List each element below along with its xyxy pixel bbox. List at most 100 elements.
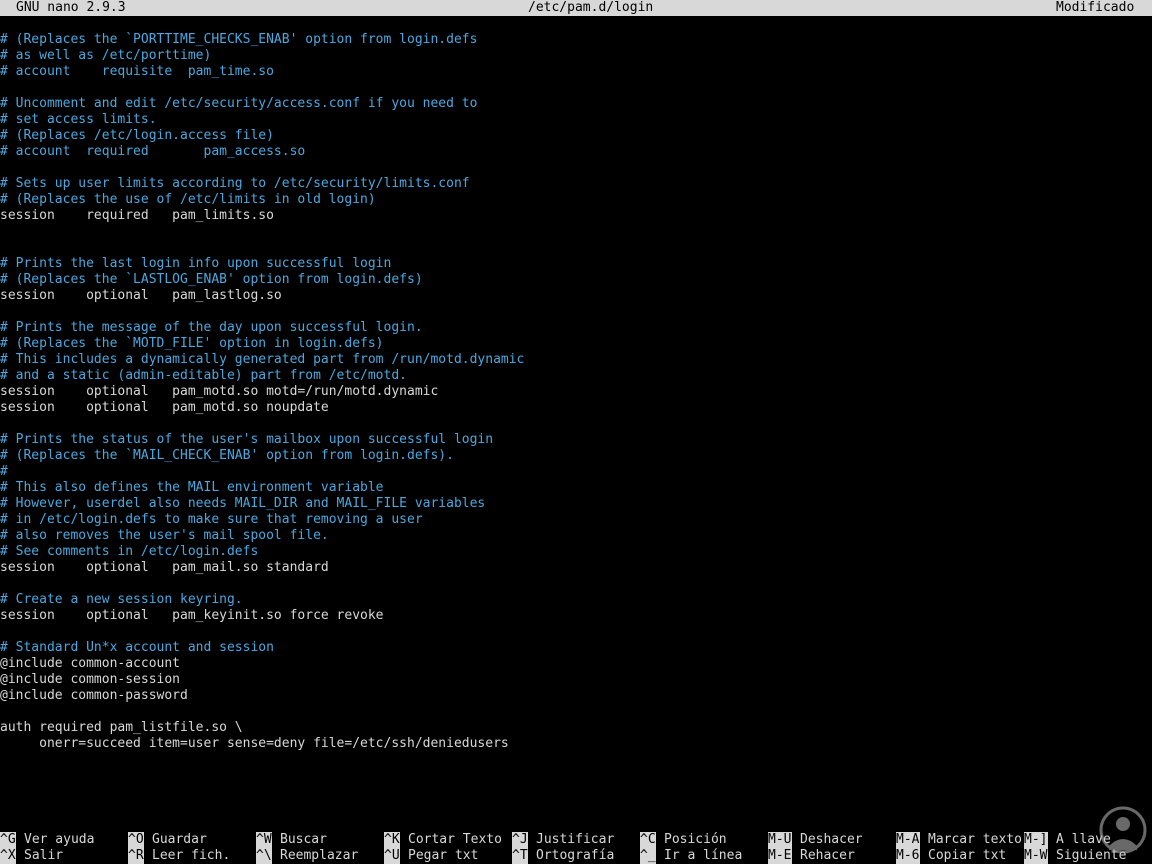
shortcut-reemplazar[interactable]: ^\ Reemplazar — [256, 848, 358, 864]
shortcut-label: Ortografía — [536, 848, 615, 863]
code-line[interactable]: session required pam_limits.so — [0, 208, 1152, 224]
shortcut-key: ^R — [128, 848, 144, 864]
shortcut-label: Posición — [664, 832, 727, 847]
code-line[interactable]: @include common-password — [0, 688, 1152, 704]
comment-line[interactable]: # Uncomment and edit /etc/security/acces… — [0, 96, 1152, 112]
shortcut-key: ^\ — [256, 848, 272, 864]
comment-line[interactable]: # Prints the status of the user's mailbo… — [0, 432, 1152, 448]
shortcut-label: Deshacer — [800, 832, 863, 847]
code-line[interactable]: @include common-account — [0, 656, 1152, 672]
shortcut-label: Justificar — [536, 832, 615, 847]
code-line[interactable] — [0, 304, 1152, 320]
code-line[interactable] — [0, 576, 1152, 592]
editor-area[interactable]: # (Replaces the `PORTTIME_CHECKS_ENAB' o… — [0, 32, 1152, 816]
shortcut-key: M-A — [896, 832, 920, 848]
comment-line[interactable]: # Create a new session keyring. — [0, 592, 1152, 608]
shortcut-ver-ayuda[interactable]: ^G Ver ayuda — [0, 832, 94, 848]
shortcut-label: Buscar — [280, 832, 327, 847]
shortcut-salir[interactable]: ^X Salir — [0, 848, 63, 864]
shortcut-key: M-E — [768, 848, 792, 864]
shortcut-guardar[interactable]: ^O Guardar — [128, 832, 207, 848]
code-line[interactable]: @include common-session — [0, 672, 1152, 688]
title-bar: GNU nano 2.9.3 /etc/pam.d/login Modifica… — [0, 0, 1152, 16]
code-line[interactable] — [0, 416, 1152, 432]
code-line[interactable]: auth required pam_listfile.so \ — [0, 720, 1152, 736]
comment-line[interactable]: # as well as /etc/porttime) — [0, 48, 1152, 64]
shortcut-key: M-6 — [896, 848, 920, 864]
shortcut-key: ^W — [256, 832, 272, 848]
shortcut-key: ^U — [384, 848, 400, 864]
shortcut-key: M-U — [768, 832, 792, 848]
shortcut-label: Copiar txt — [928, 848, 1007, 863]
shortcut-posición[interactable]: ^C Posición — [640, 832, 727, 848]
shortcut-ortografía[interactable]: ^T Ortografía — [512, 848, 614, 864]
shortcut-leer-fich-[interactable]: ^R Leer fich. — [128, 848, 230, 864]
shortcut-key: ^C — [640, 832, 656, 848]
comment-line[interactable]: # set access limits. — [0, 112, 1152, 128]
comment-line[interactable]: # (Replaces the `PORTTIME_CHECKS_ENAB' o… — [0, 32, 1152, 48]
comment-line[interactable]: # Sets up user limits according to /etc/… — [0, 176, 1152, 192]
shortcut-pegar-txt[interactable]: ^U Pegar txt — [384, 848, 478, 864]
comment-line[interactable]: # — [0, 464, 1152, 480]
comment-line[interactable]: # This includes a dynamically generated … — [0, 352, 1152, 368]
code-line[interactable] — [0, 704, 1152, 720]
shortcut-key: ^X — [0, 848, 16, 864]
code-line[interactable]: session optional pam_motd.so noupdate — [0, 400, 1152, 416]
shortcut-key: ^_ — [640, 848, 656, 864]
shortcut-key: ^J — [512, 832, 528, 848]
comment-line[interactable]: # (Replaces the `LASTLOG_ENAB' option fr… — [0, 272, 1152, 288]
shortcut-buscar[interactable]: ^W Buscar — [256, 832, 327, 848]
comment-line[interactable]: # in /etc/login.defs to make sure that r… — [0, 512, 1152, 528]
shortcut-marcar-texto[interactable]: M-A Marcar texto — [896, 832, 1022, 848]
code-line[interactable] — [0, 240, 1152, 256]
app-name: GNU nano 2.9.3 — [16, 0, 126, 15]
comment-line[interactable]: # This also defines the MAIL environment… — [0, 480, 1152, 496]
comment-line[interactable]: # (Replaces the use of /etc/limits in ol… — [0, 192, 1152, 208]
code-line[interactable] — [0, 624, 1152, 640]
shortcut-label: Reemplazar — [280, 848, 359, 863]
code-line[interactable]: session optional pam_motd.so motd=/run/m… — [0, 384, 1152, 400]
comment-line[interactable]: # Prints the last login info upon succes… — [0, 256, 1152, 272]
shortcut-bar: ^G Ver ayuda ^O Guardar ^W Buscar ^K Cortar Tex… — [0, 832, 1152, 864]
comment-line[interactable]: # Prints the message of the day upon suc… — [0, 320, 1152, 336]
shortcut-key: M-W — [1024, 848, 1048, 864]
comment-line[interactable]: # See comments in /etc/login.defs — [0, 544, 1152, 560]
comment-line[interactable]: # (Replaces the `MOTD_FILE' option in lo… — [0, 336, 1152, 352]
shortcut-rehacer[interactable]: M-E Rehacer — [768, 848, 855, 864]
code-line[interactable]: session optional pam_mail.so standard — [0, 560, 1152, 576]
shortcut-key: M-] — [1024, 832, 1048, 848]
comment-line[interactable]: # Standard Un*x account and session — [0, 640, 1152, 656]
shortcut-key: ^O — [128, 832, 144, 848]
shortcut-label: Rehacer — [800, 848, 855, 863]
shortcut-label: Salir — [24, 848, 64, 863]
shortcut-label: Leer fich. — [152, 848, 231, 863]
code-line[interactable]: session optional pam_keyinit.so force re… — [0, 608, 1152, 624]
file-path: /etc/pam.d/login — [528, 0, 654, 15]
shortcut-label: Ir a línea — [664, 848, 743, 863]
shortcut-key: ^K — [384, 832, 400, 848]
code-line[interactable]: session optional pam_lastlog.so — [0, 288, 1152, 304]
shortcut-cortar-texto[interactable]: ^K Cortar Texto — [384, 832, 502, 848]
modified-status: Modificado — [1056, 0, 1135, 15]
code-line[interactable] — [0, 160, 1152, 176]
shortcut-justificar[interactable]: ^J Justificar — [512, 832, 614, 848]
shortcut-label: Guardar — [152, 832, 207, 847]
comment-line[interactable]: # account required pam_access.so — [0, 144, 1152, 160]
code-line[interactable] — [0, 80, 1152, 96]
comment-line[interactable]: # However, userdel also needs MAIL_DIR a… — [0, 496, 1152, 512]
shortcut-copiar-txt[interactable]: M-6 Copiar txt — [896, 848, 1006, 864]
comment-line[interactable]: # account requisite pam_time.so — [0, 64, 1152, 80]
shortcut-label: Ver ayuda — [24, 832, 95, 847]
shortcut-key: ^T — [512, 848, 528, 864]
comment-line[interactable]: # (Replaces the `MAIL_CHECK_ENAB' option… — [0, 448, 1152, 464]
comment-line[interactable]: # and a static (admin-editable) part fro… — [0, 368, 1152, 384]
shortcut-deshacer[interactable]: M-U Deshacer — [768, 832, 863, 848]
code-line[interactable] — [0, 224, 1152, 240]
code-line[interactable]: onerr=succeed item=user sense=deny file=… — [0, 736, 1152, 752]
comment-line[interactable]: # also removes the user's mail spool fil… — [0, 528, 1152, 544]
comment-line[interactable]: # (Replaces /etc/login.access file) — [0, 128, 1152, 144]
shortcut-label: Marcar texto — [928, 832, 1022, 847]
shortcut-label: Cortar Texto — [408, 832, 502, 847]
shortcut-ir-a-línea[interactable]: ^_ Ir a línea — [640, 848, 742, 864]
watermark-logo-icon — [1099, 806, 1147, 854]
